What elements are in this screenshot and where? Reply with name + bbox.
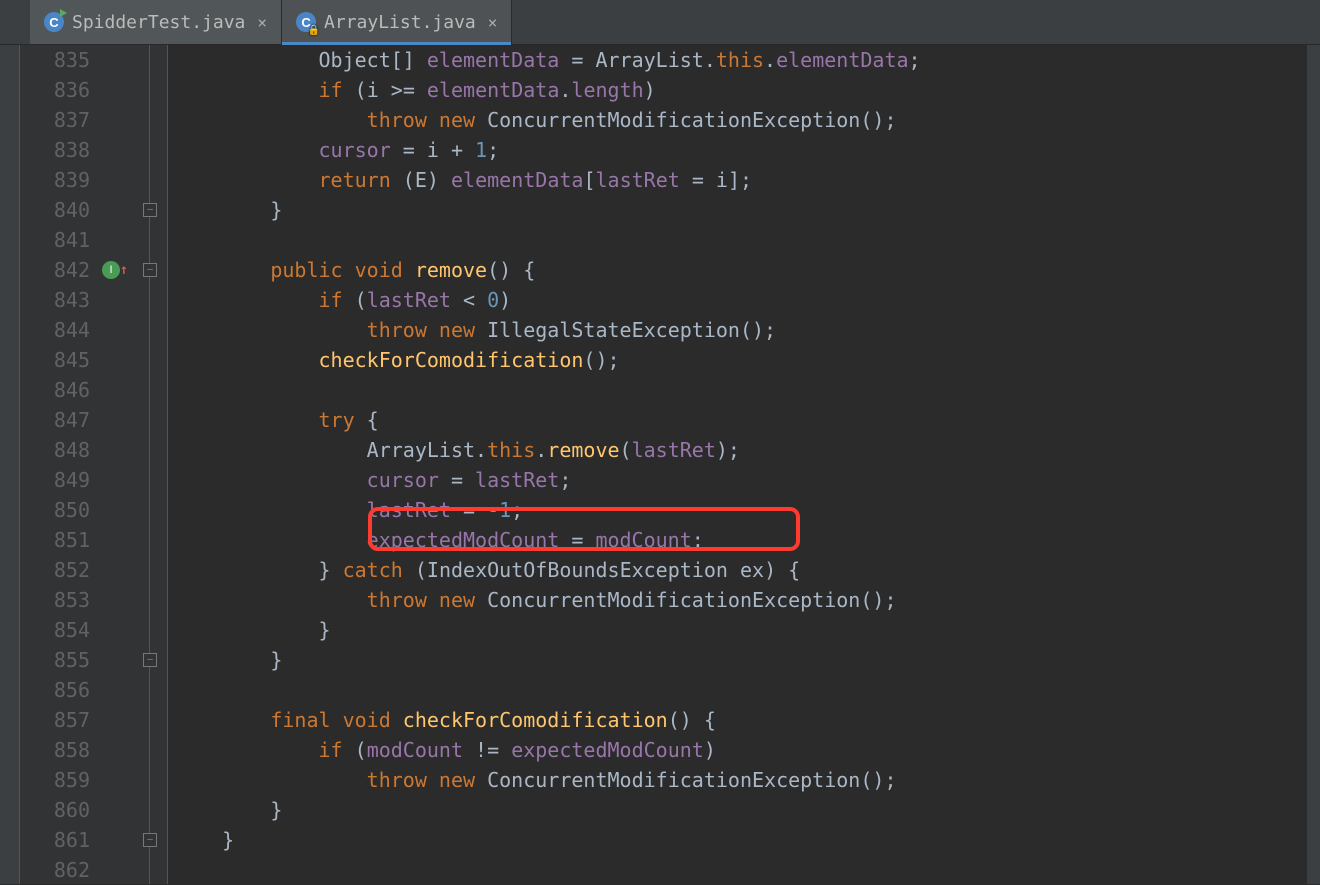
tab-spiddertest[interactable]: C SpidderTest.java ×: [30, 0, 282, 44]
fold-gutter: – – – –: [134, 45, 168, 884]
close-icon[interactable]: ×: [488, 13, 498, 32]
code-line[interactable]: return (E) elementData[lastRet = i];: [174, 165, 1306, 195]
line-number: 838: [34, 135, 90, 165]
code-line[interactable]: cursor = lastRet;: [174, 465, 1306, 495]
line-number: 843: [34, 285, 90, 315]
line-number: 841: [34, 225, 90, 255]
code-line[interactable]: if (lastRet < 0): [174, 285, 1306, 315]
left-gutter: [0, 45, 20, 884]
code-line[interactable]: throw new ConcurrentModificationExceptio…: [174, 765, 1306, 795]
line-number: 862: [34, 855, 90, 885]
code-line[interactable]: throw new ConcurrentModificationExceptio…: [174, 585, 1306, 615]
line-number: 855: [34, 645, 90, 675]
line-number: 849: [34, 465, 90, 495]
code-editor[interactable]: 8358368378388398408418428438448458468478…: [0, 45, 1320, 884]
marker-gutter: I: [98, 45, 134, 884]
line-number: 856: [34, 675, 90, 705]
tab-arraylist[interactable]: C 🔒 ArrayList.java ×: [282, 0, 512, 44]
code-line[interactable]: }: [174, 825, 1306, 855]
tab-label: ArrayList.java: [324, 12, 476, 33]
override-marker-icon[interactable]: I: [102, 261, 120, 279]
code-line[interactable]: if (modCount != expectedModCount): [174, 735, 1306, 765]
line-number: 854: [34, 615, 90, 645]
code-line[interactable]: public void remove() {: [174, 255, 1306, 285]
code-line[interactable]: if (i >= elementData.length): [174, 75, 1306, 105]
line-number: 857: [34, 705, 90, 735]
line-number-gutter: 8358368378388398408418428438448458468478…: [20, 45, 98, 884]
close-icon[interactable]: ×: [257, 13, 267, 32]
code-line[interactable]: expectedModCount = modCount;: [174, 525, 1306, 555]
code-line[interactable]: [174, 855, 1306, 885]
editor-tabbar: C SpidderTest.java × C 🔒 ArrayList.java …: [0, 0, 1320, 45]
code-line[interactable]: [174, 375, 1306, 405]
code-line[interactable]: } catch (IndexOutOfBoundsException ex) {: [174, 555, 1306, 585]
line-number: 846: [34, 375, 90, 405]
code-line[interactable]: [174, 225, 1306, 255]
code-line[interactable]: }: [174, 645, 1306, 675]
code-line[interactable]: [174, 675, 1306, 705]
line-number: 850: [34, 495, 90, 525]
code-line[interactable]: checkForComodification();: [174, 345, 1306, 375]
line-number: 858: [34, 735, 90, 765]
fold-collapse-icon[interactable]: –: [143, 833, 157, 847]
code-line[interactable]: throw new ConcurrentModificationExceptio…: [174, 105, 1306, 135]
code-line[interactable]: final void checkForComodification() {: [174, 705, 1306, 735]
line-number: 852: [34, 555, 90, 585]
line-number: 861: [34, 825, 90, 855]
class-icon: C: [44, 12, 64, 32]
line-number: 860: [34, 795, 90, 825]
line-number: 836: [34, 75, 90, 105]
line-number: 839: [34, 165, 90, 195]
code-area[interactable]: Object[] elementData = ArrayList.this.el…: [168, 45, 1306, 884]
tab-label: SpidderTest.java: [72, 12, 245, 33]
code-line[interactable]: }: [174, 195, 1306, 225]
line-number: 835: [34, 45, 90, 75]
code-line[interactable]: Object[] elementData = ArrayList.this.el…: [174, 45, 1306, 75]
code-line[interactable]: lastRet = -1;: [174, 495, 1306, 525]
class-icon: C 🔒: [296, 12, 316, 32]
line-number: 845: [34, 345, 90, 375]
fold-collapse-icon[interactable]: –: [143, 203, 157, 217]
line-number: 842: [34, 255, 90, 285]
error-stripe[interactable]: [1306, 45, 1320, 884]
code-line[interactable]: throw new IllegalStateException();: [174, 315, 1306, 345]
line-number: 840: [34, 195, 90, 225]
line-number: 848: [34, 435, 90, 465]
code-line[interactable]: }: [174, 615, 1306, 645]
line-number: 859: [34, 765, 90, 795]
line-number: 847: [34, 405, 90, 435]
line-number: 853: [34, 585, 90, 615]
fold-line: [149, 45, 150, 884]
code-line[interactable]: try {: [174, 405, 1306, 435]
code-line[interactable]: }: [174, 795, 1306, 825]
line-number: 844: [34, 315, 90, 345]
line-number: 851: [34, 525, 90, 555]
lock-icon: 🔒: [308, 25, 320, 36]
code-line[interactable]: cursor = i + 1;: [174, 135, 1306, 165]
line-number: 837: [34, 105, 90, 135]
code-line[interactable]: ArrayList.this.remove(lastRet);: [174, 435, 1306, 465]
fold-collapse-icon[interactable]: –: [143, 653, 157, 667]
fold-collapse-icon[interactable]: –: [143, 263, 157, 277]
